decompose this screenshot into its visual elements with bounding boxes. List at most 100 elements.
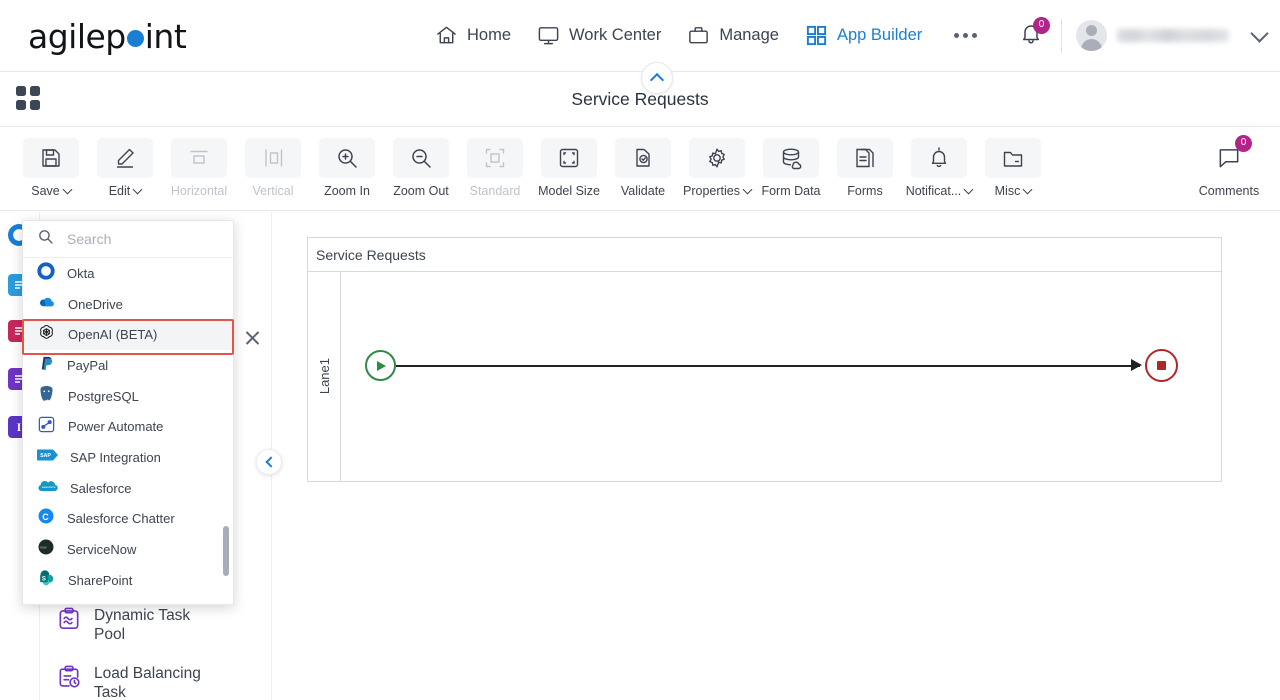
agilepoint-logo[interactable]: agilep int bbox=[28, 16, 187, 56]
logo-text-part2: int bbox=[144, 16, 187, 56]
toolbar-label-save: Save bbox=[31, 184, 60, 198]
chevron-left-icon bbox=[264, 456, 277, 468]
grid-icon bbox=[805, 24, 828, 47]
database-icon bbox=[763, 138, 819, 178]
pool-title: Service Requests bbox=[316, 246, 426, 263]
save-icon bbox=[23, 138, 79, 178]
svg-text:salesforce: salesforce bbox=[42, 485, 56, 489]
start-event[interactable] bbox=[365, 350, 396, 381]
toolbar-button-properties[interactable]: Properties bbox=[680, 135, 754, 203]
chevron-down-icon bbox=[1022, 184, 1033, 195]
briefcase-icon bbox=[687, 24, 710, 47]
integration-dropdown: Okta OneDrive OpenAI ( bbox=[22, 220, 234, 605]
dropdown-item-openai[interactable]: OpenAI (BETA) bbox=[23, 319, 233, 351]
avatar bbox=[1076, 20, 1107, 51]
sharepoint-icon: S bbox=[37, 568, 56, 592]
dropdown-item-salesforce[interactable]: salesforce Salesforce bbox=[23, 473, 233, 504]
search-input[interactable] bbox=[65, 230, 205, 248]
dropdown-item-postgresql[interactable]: PostgreSQL bbox=[23, 381, 233, 412]
servicenow-icon: now bbox=[37, 538, 55, 561]
pool-header[interactable]: Service Requests bbox=[308, 238, 1221, 272]
nav-label-work-center: Work Center bbox=[569, 26, 662, 44]
dropdown-label-sap: SAP Integration bbox=[70, 449, 161, 465]
zoom-in-icon bbox=[319, 138, 375, 178]
end-event[interactable] bbox=[1145, 349, 1178, 382]
lane-body[interactable] bbox=[341, 272, 1221, 481]
chevron-down-icon[interactable] bbox=[1250, 23, 1269, 43]
more-options-icon[interactable] bbox=[948, 33, 983, 38]
notifications-button[interactable]: 0 bbox=[1011, 16, 1051, 56]
search-icon bbox=[37, 228, 54, 250]
toolbar-button-forms[interactable]: Forms bbox=[828, 135, 902, 203]
user-name-label bbox=[1117, 29, 1229, 42]
lane-label[interactable]: Lane1 bbox=[308, 272, 341, 481]
svg-text:now: now bbox=[40, 546, 47, 550]
dropdown-item-sharepoint[interactable]: S SharePoint bbox=[23, 565, 233, 596]
toolbar-label-notifications: Notificat... bbox=[905, 184, 962, 198]
dropdown-label-servicenow: ServiceNow bbox=[67, 542, 137, 558]
toolbar-button-model-size[interactable]: Model Size bbox=[532, 135, 606, 203]
toolbar-button-edit[interactable]: Edit bbox=[88, 135, 162, 203]
dropdown-scrollbar-track[interactable] bbox=[223, 258, 231, 604]
sequence-flow-arrowhead bbox=[1131, 359, 1142, 371]
toolbar-label-zoom-in: Zoom In bbox=[324, 184, 370, 198]
palette-item-dynamic-task-pool[interactable]: Dynamic Task Pool bbox=[40, 598, 271, 652]
nav-item-app-builder[interactable]: App Builder bbox=[805, 16, 922, 56]
dropdown-label-okta: Okta bbox=[67, 265, 95, 281]
toolbar-label-vertical: Vertical bbox=[252, 184, 294, 198]
top-right-controls: 0 bbox=[1011, 0, 1269, 71]
collapse-panel-button[interactable] bbox=[256, 449, 282, 475]
dropdown-item-power-automate[interactable]: Power Automate bbox=[23, 411, 233, 442]
dropdown-label-postgresql: PostgreSQL bbox=[68, 388, 139, 404]
toolbar-label-properties: Properties bbox=[683, 184, 740, 198]
dropdown-label-sharepoint: SharePoint bbox=[68, 572, 133, 588]
user-menu[interactable] bbox=[1076, 20, 1269, 51]
toolbar-button-form-data[interactable]: Form Data bbox=[754, 135, 828, 203]
toolbar-label-standard: Standard bbox=[469, 184, 521, 198]
toolbar-button-save[interactable]: Save bbox=[14, 135, 88, 203]
chevron-up-icon bbox=[649, 72, 665, 88]
dropdown-item-salesforce-chatter[interactable]: C Salesforce Chatter bbox=[23, 504, 233, 535]
svg-text:SAP: SAP bbox=[40, 453, 51, 459]
toolbar-button-notifications[interactable]: Notificat... bbox=[902, 135, 976, 203]
toolbar-button-misc[interactable]: Misc bbox=[976, 135, 1050, 203]
chevron-down-icon bbox=[742, 184, 753, 195]
toolbar-button-zoom-out[interactable]: Zoom Out bbox=[384, 135, 458, 203]
dropdown-label-salesforce-chatter: Salesforce Chatter bbox=[67, 511, 175, 527]
sequence-flow[interactable] bbox=[396, 365, 1140, 367]
toolbar-button-comments[interactable]: 0 Comments bbox=[1192, 135, 1266, 203]
stop-square-icon bbox=[1157, 361, 1166, 370]
nav-item-manage[interactable]: Manage bbox=[687, 16, 779, 56]
nav-item-work-center[interactable]: Work Center bbox=[537, 16, 661, 56]
collapse-header-button[interactable] bbox=[641, 62, 673, 94]
toolbar-button-vertical[interactable]: Vertical bbox=[236, 135, 310, 203]
dropdown-scrollbar-thumb[interactable] bbox=[223, 526, 229, 576]
toolbar-button-horizontal[interactable]: Horizontal bbox=[162, 135, 236, 203]
svg-text:C: C bbox=[42, 512, 49, 522]
toolbar-button-zoom-in[interactable]: Zoom In bbox=[310, 135, 384, 203]
toolbar-button-validate[interactable]: Validate bbox=[606, 135, 680, 203]
process-pool[interactable]: Service Requests Lane1 bbox=[307, 237, 1222, 482]
align-horizontal-icon bbox=[171, 138, 227, 178]
toolbar-button-standard[interactable]: Standard bbox=[458, 135, 532, 203]
comments-count-badge: 0 bbox=[1235, 135, 1252, 152]
close-icon[interactable] bbox=[244, 329, 262, 347]
process-canvas[interactable]: Service Requests Lane1 bbox=[273, 212, 1280, 700]
nav-item-home[interactable]: Home bbox=[435, 16, 511, 56]
dropdown-item-list[interactable]: Okta OneDrive OpenAI (BETA) PayPal Postg… bbox=[23, 258, 233, 604]
toolbar-label-validate: Validate bbox=[620, 184, 666, 198]
nav-label-home: Home bbox=[467, 26, 512, 44]
dropdown-item-paypal[interactable]: PayPal bbox=[23, 350, 233, 381]
svg-text:S: S bbox=[42, 577, 46, 583]
okta-icon bbox=[37, 262, 55, 285]
dropdown-item-servicenow[interactable]: now ServiceNow bbox=[23, 534, 233, 565]
toolbar-label-horizontal: Horizontal bbox=[170, 184, 228, 198]
zoom-out-icon bbox=[393, 138, 449, 178]
dropdown-item-okta[interactable]: Okta bbox=[23, 258, 233, 289]
page-title: Service Requests bbox=[571, 89, 709, 109]
align-vertical-icon bbox=[245, 138, 301, 178]
palette-item-load-balancing-task[interactable]: Load Balancing Task bbox=[40, 656, 271, 700]
dropdown-item-onedrive[interactable]: OneDrive bbox=[23, 289, 233, 320]
dropdown-item-sap[interactable]: SAP SAP Integration bbox=[23, 442, 233, 473]
toolbar-label-misc: Misc bbox=[994, 184, 1021, 198]
